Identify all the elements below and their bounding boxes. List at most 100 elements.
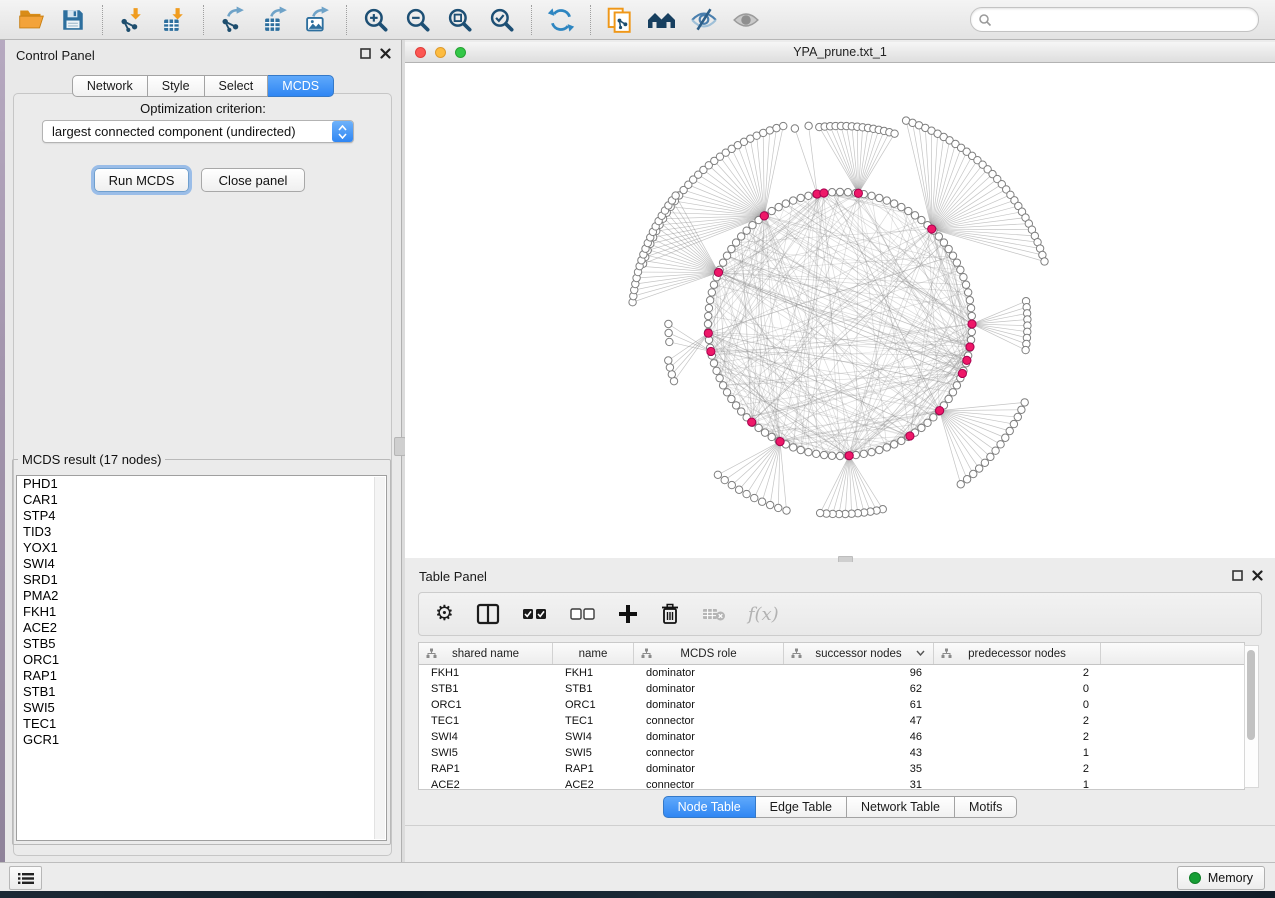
show-all-icon[interactable] <box>730 4 762 36</box>
column-visibility-icon[interactable] <box>476 599 500 629</box>
network-node[interactable] <box>710 360 717 367</box>
network-node[interactable] <box>670 377 677 384</box>
float-table-panel-icon[interactable] <box>1232 570 1243 581</box>
mcds-result-list[interactable]: PHD1CAR1STP4TID3YOX1SWI4SRD1PMA2FKH1ACE2… <box>16 475 387 841</box>
network-node[interactable] <box>987 453 994 460</box>
memory-button[interactable]: Memory <box>1177 866 1265 890</box>
zoom-selected-icon[interactable] <box>486 4 518 36</box>
tab-motifs[interactable]: Motifs <box>955 796 1017 818</box>
network-node[interactable] <box>768 207 775 214</box>
network-node[interactable] <box>935 233 942 240</box>
network-node[interactable] <box>719 259 726 266</box>
network-node[interactable] <box>714 268 722 276</box>
zoom-in-icon[interactable] <box>360 4 392 36</box>
zoom-out-icon[interactable] <box>402 4 434 36</box>
table-row[interactable]: TEC1TEC1connector472 <box>419 713 1244 729</box>
network-node[interactable] <box>732 239 739 246</box>
network-node[interactable] <box>789 197 796 204</box>
network-node[interactable] <box>828 189 835 196</box>
import-network-icon[interactable] <box>116 4 148 36</box>
column-header-successor-nodes[interactable]: successor nodes <box>784 643 934 664</box>
network-node[interactable] <box>945 395 952 402</box>
network-node[interactable] <box>949 252 956 259</box>
network-node[interactable] <box>775 504 782 511</box>
network-node[interactable] <box>906 432 914 440</box>
network-node[interactable] <box>728 395 735 402</box>
mcds-result-item[interactable]: RAP1 <box>17 668 386 684</box>
network-node[interactable] <box>820 451 827 458</box>
network-node[interactable] <box>783 507 790 514</box>
network-node[interactable] <box>963 356 971 364</box>
tab-select[interactable]: Select <box>205 75 269 97</box>
network-node[interactable] <box>966 343 974 351</box>
network-node[interactable] <box>957 266 964 273</box>
network-node[interactable] <box>953 259 960 266</box>
mcds-result-item[interactable]: FKH1 <box>17 604 386 620</box>
network-node[interactable] <box>672 192 679 199</box>
network-node[interactable] <box>719 382 726 389</box>
table-scrollbar[interactable] <box>1244 645 1259 788</box>
network-node[interactable] <box>714 471 721 478</box>
tab-network-table[interactable]: Network Table <box>847 796 955 818</box>
mcds-result-item[interactable]: SWI5 <box>17 700 386 716</box>
network-node[interactable] <box>805 448 812 455</box>
network-node[interactable] <box>911 212 918 219</box>
column-header-shared-name[interactable]: shared name <box>419 643 553 664</box>
network-node[interactable] <box>890 200 897 207</box>
mcds-result-item[interactable]: STB1 <box>17 684 386 700</box>
network-node[interactable] <box>751 494 758 501</box>
network-node[interactable] <box>1041 258 1048 265</box>
network-node[interactable] <box>960 273 967 280</box>
network-node[interactable] <box>845 452 853 460</box>
network-node[interactable] <box>708 289 715 296</box>
network-node[interactable] <box>820 189 828 197</box>
mcds-result-item[interactable]: STB5 <box>17 636 386 652</box>
network-node[interactable] <box>883 444 890 451</box>
network-node[interactable] <box>668 371 675 378</box>
tab-node-table[interactable]: Node Table <box>663 796 756 818</box>
network-node[interactable] <box>755 424 762 431</box>
network-node[interactable] <box>918 216 925 223</box>
table-row[interactable]: ORC1ORC1dominator610 <box>419 697 1244 713</box>
network-node[interactable] <box>797 194 804 201</box>
network-node[interactable] <box>836 452 843 459</box>
network-node[interactable] <box>940 239 947 246</box>
mcds-result-item[interactable]: YOX1 <box>17 540 386 556</box>
save-session-icon[interactable] <box>57 4 89 36</box>
table-row[interactable]: STB1STB1dominator620 <box>419 681 1244 697</box>
network-node[interactable] <box>723 252 730 259</box>
import-table-icon[interactable] <box>158 4 190 36</box>
network-node[interactable] <box>758 498 765 505</box>
network-node[interactable] <box>737 233 744 240</box>
search-field[interactable] <box>970 7 1259 32</box>
network-node[interactable] <box>743 490 750 497</box>
network-node[interactable] <box>805 192 812 199</box>
network-node[interactable] <box>716 374 723 381</box>
mcds-result-item[interactable]: GCR1 <box>17 732 386 748</box>
table-row[interactable]: ACE2ACE2connector311 <box>419 777 1244 790</box>
network-node[interactable] <box>953 382 960 389</box>
network-node[interactable] <box>876 446 883 453</box>
network-node[interactable] <box>890 441 897 448</box>
network-node[interactable] <box>705 312 712 319</box>
network-node[interactable] <box>737 408 744 415</box>
close-panel-icon[interactable] <box>380 48 391 59</box>
network-node[interactable] <box>666 338 673 345</box>
deselect-all-rows-icon[interactable] <box>570 599 596 629</box>
network-view-titlebar[interactable]: YPA_prune.txt_1 <box>405 42 1275 63</box>
network-node[interactable] <box>710 281 717 288</box>
open-session-icon[interactable] <box>15 4 47 36</box>
table-row[interactable]: SWI4SWI4dominator462 <box>419 729 1244 745</box>
column-header-MCDS-role[interactable]: MCDS role <box>634 643 784 664</box>
tab-style[interactable]: Style <box>148 75 205 97</box>
select-all-rows-icon[interactable] <box>522 599 548 629</box>
network-node[interactable] <box>918 424 925 431</box>
tab-edge-table[interactable]: Edge Table <box>756 796 847 818</box>
network-node[interactable] <box>964 289 971 296</box>
export-image-icon[interactable] <box>301 4 333 36</box>
network-node[interactable] <box>735 486 742 493</box>
network-canvas[interactable] <box>405 63 1275 558</box>
network-node[interactable] <box>723 389 730 396</box>
network-node[interactable] <box>721 476 728 483</box>
network-node[interactable] <box>760 212 768 220</box>
